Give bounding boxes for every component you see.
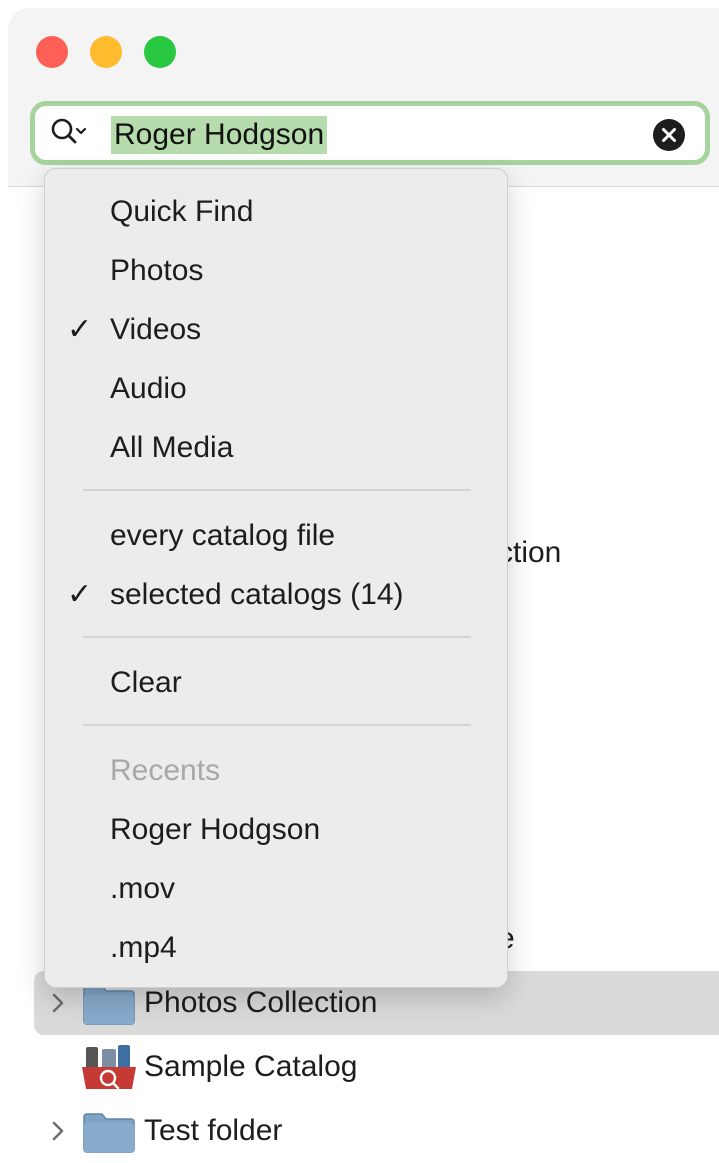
menu-item-recent[interactable]: .mov [45,864,507,914]
menu-separator [83,724,471,726]
app-window: Roger Hodgson ction e Photos Collection [0,0,719,1154]
menu-item-recent[interactable]: Roger Hodgson [45,805,507,855]
catalog-icon [82,1045,136,1090]
minimize-window-button[interactable] [90,36,122,68]
sidebar-item-label: Test folder [144,1114,283,1147]
menu-item-all-media[interactable]: All Media [45,423,507,473]
sidebar-item-label: Sample Catalog [144,1050,358,1083]
menu-header-recents: Recents [110,754,221,787]
close-window-button[interactable] [36,36,68,68]
menu-item-selected-catalogs[interactable]: ✓ selected catalogs (14) [45,570,507,620]
search-input[interactable]: Roger Hodgson [111,116,328,154]
folder-icon [83,985,135,1025]
zoom-window-button[interactable] [144,36,176,68]
checkmark-icon: ✓ [67,313,93,346]
folder-icon [83,1113,135,1153]
menu-item-videos[interactable]: ✓ Videos [45,305,507,355]
menu-item-clear[interactable]: Clear [45,658,507,708]
menu-item-every-catalog-file[interactable]: every catalog file [45,511,507,561]
menu-item-quick-find[interactable]: Quick Find [45,187,507,237]
menu-item-recent[interactable]: .mp4 [45,923,507,973]
menu-separator [83,489,471,491]
clear-search-icon[interactable] [653,119,685,151]
chevron-right-icon[interactable] [50,1118,66,1144]
search-options-menu: Quick Find Photos ✓ Videos Audio All Med… [44,168,508,988]
search-scope-icon[interactable] [49,117,89,149]
sidebar-item-sample-catalog[interactable]: Sample Catalog [34,1035,719,1099]
chevron-right-icon[interactable] [50,990,66,1016]
menu-item-audio[interactable]: Audio [45,364,507,414]
checkmark-icon: ✓ [67,578,93,611]
menu-separator [83,636,471,638]
search-field[interactable]: Roger Hodgson [30,101,710,165]
menu-item-photos[interactable]: Photos [45,246,507,296]
sidebar-item-test-folder[interactable]: Test folder [34,1099,719,1163]
